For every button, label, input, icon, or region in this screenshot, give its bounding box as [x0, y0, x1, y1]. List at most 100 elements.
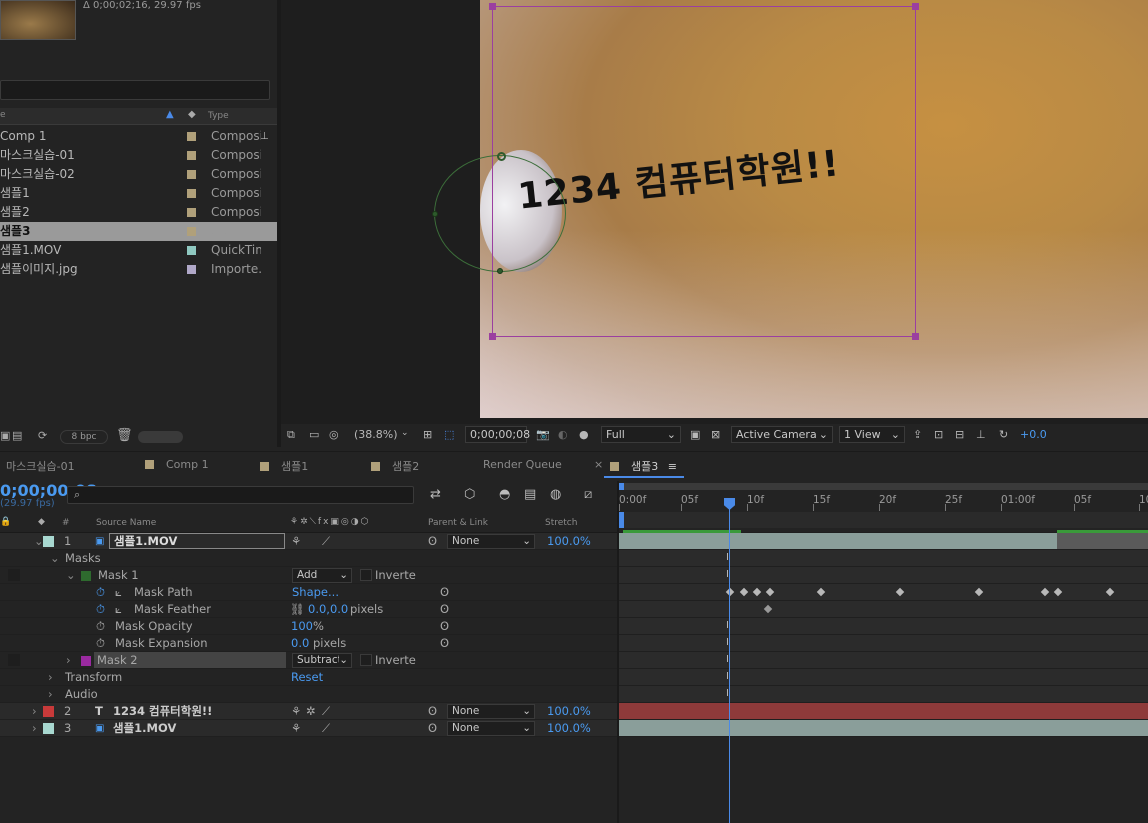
camera-dropdown[interactable]: Active Camera ⌄: [731, 426, 833, 443]
project-scrollbar[interactable]: [138, 431, 183, 443]
tab-render-queue[interactable]: Render Queue: [483, 458, 562, 471]
stopwatch-icon[interactable]: ⏱: [96, 584, 105, 601]
project-item[interactable]: Comp 1 Composi ⊥: [0, 127, 277, 146]
always-preview-icon[interactable]: ⧉: [287, 428, 295, 442]
expression-icon[interactable]: ʘ: [440, 618, 449, 635]
mask-mode-dropdown[interactable]: Subtract ⌄: [292, 653, 352, 668]
label-color-swatch[interactable]: [187, 132, 196, 141]
chevron-right-icon[interactable]: ›: [32, 703, 37, 720]
property-group-row[interactable]: ⌄ Masks: [0, 550, 617, 567]
reset-exposure-icon[interactable]: ↻: [999, 428, 1008, 441]
timeline-icon[interactable]: ⊟: [955, 428, 964, 441]
timeline-search-input[interactable]: ⌕: [67, 486, 414, 504]
label-color-swatch[interactable]: [187, 170, 196, 179]
time-ruler[interactable]: 0:00f 05f 10f 15f 20f 25f 01:00f 05f 10: [619, 490, 1148, 512]
visibility-switch[interactable]: [8, 654, 20, 666]
keyframe[interactable]: [1053, 587, 1063, 597]
label-tag-icon[interactable]: ◆: [38, 517, 45, 527]
label-color-swatch[interactable]: [187, 208, 196, 217]
chevron-right-icon[interactable]: ›: [32, 720, 37, 737]
type-column-header[interactable]: Type: [208, 111, 229, 121]
stretch-value[interactable]: 100.0%: [547, 703, 591, 720]
tab-mask-practice-01[interactable]: 마스크실습-01: [6, 458, 75, 474]
chevron-down-icon[interactable]: ⌄: [401, 428, 409, 438]
keyframe-track-mask-feather[interactable]: [619, 601, 1148, 618]
tab-sample-2[interactable]: 샘플2: [371, 458, 419, 474]
flowchart-icon[interactable]: ⊥: [976, 428, 986, 441]
inverted-checkbox[interactable]: [360, 654, 372, 666]
expression-icon[interactable]: ʘ: [440, 584, 449, 601]
expression-icon[interactable]: ʘ: [440, 635, 449, 652]
mask-vertex[interactable]: [912, 3, 919, 10]
quality-switch-icon[interactable]: ⟋: [322, 720, 330, 737]
stretch-value[interactable]: 100.0%: [547, 720, 591, 737]
graph-icon[interactable]: ⟀: [115, 601, 122, 618]
motion-blur-icon[interactable]: ◍: [550, 487, 561, 502]
viewer-timecode[interactable]: 0;00;00;08: [465, 426, 530, 443]
property-row[interactable]: ⏱ ⟀ Mask Path Shape... ʘ: [0, 584, 617, 601]
layer-track-bar[interactable]: [619, 703, 1148, 720]
close-icon[interactable]: ×: [594, 458, 603, 471]
zoom-dropdown[interactable]: (38.8%): [354, 428, 398, 441]
pick-whip-icon[interactable]: ʘ: [428, 703, 437, 720]
label-color-swatch[interactable]: [43, 706, 54, 717]
mask-row[interactable]: › Mask 2 Subtract ⌄ Inverte: [0, 652, 617, 669]
mask-name[interactable]: Mask 1: [98, 567, 139, 584]
label-color-swatch[interactable]: [187, 189, 196, 198]
exposure-value[interactable]: +0.0: [1020, 428, 1047, 441]
region-of-interest-icon[interactable]: ▣: [690, 428, 700, 441]
mask-vertex[interactable]: [489, 3, 496, 10]
pick-whip-icon[interactable]: ʘ: [428, 720, 437, 737]
mask-opacity-value[interactable]: 100: [291, 618, 313, 635]
flowchart-icon[interactable]: ⟳: [38, 429, 47, 442]
grid-icon[interactable]: ⊞: [423, 428, 432, 441]
resolution-dropdown[interactable]: Full ⌄: [601, 426, 681, 443]
shy-switch-icon[interactable]: ⚘: [291, 720, 301, 737]
keyframe[interactable]: [739, 587, 749, 597]
mask-color-swatch[interactable]: [81, 656, 91, 666]
shy-switch-icon[interactable]: ⚘: [291, 703, 301, 720]
quality-switch-icon[interactable]: ⟋: [322, 703, 330, 720]
inverted-checkbox[interactable]: [360, 569, 372, 581]
mask-vertex[interactable]: [497, 268, 503, 274]
mask-vertex[interactable]: [497, 152, 506, 161]
lock-icon[interactable]: 🔒: [0, 517, 11, 527]
source-name-header[interactable]: Source Name: [96, 518, 156, 528]
project-item[interactable]: 마스크실습-01 Composi: [0, 146, 277, 165]
stopwatch-icon[interactable]: ⏱: [96, 618, 105, 635]
vr-icon[interactable]: ◎: [329, 428, 339, 441]
stopwatch-icon[interactable]: ⏱: [96, 601, 105, 618]
work-area-start-handle[interactable]: [619, 512, 624, 528]
stretch-value[interactable]: 100.0%: [547, 533, 591, 550]
graph-icon[interactable]: ⟀: [115, 584, 122, 601]
project-item[interactable]: 샘플1.MOV QuickTim: [0, 241, 277, 260]
shy-icon[interactable]: ◓: [499, 487, 510, 502]
stopwatch-icon[interactable]: ⏱: [96, 635, 105, 652]
property-group-row[interactable]: › Audio: [0, 686, 617, 703]
navigator-start-handle[interactable]: [619, 483, 624, 490]
mask-row[interactable]: ⌄ Mask 1 Add ⌄ Inverte: [0, 567, 617, 584]
mask-color-swatch[interactable]: [81, 571, 91, 581]
composition-mini-flowchart-icon[interactable]: ⇄: [430, 487, 441, 502]
quality-switch-icon[interactable]: ⟋: [322, 533, 330, 550]
mask-visibility-icon[interactable]: ⬚: [444, 428, 454, 441]
new-folder-icon[interactable]: ▤: [12, 429, 22, 442]
transparency-grid-icon[interactable]: ⊠: [711, 428, 720, 441]
layer-row[interactable]: › 3 ▣ 샘플1.MOV ⚘ ⟋ ʘ None ⌄ 100.0%: [0, 720, 617, 737]
keyframe[interactable]: [752, 587, 762, 597]
layer-track-bar[interactable]: [619, 720, 1148, 737]
time-navigator[interactable]: [619, 483, 1148, 490]
layer-track-bar[interactable]: [619, 533, 1148, 550]
layer-row[interactable]: ⌄ 1 ▣ 샘플1.MOV ⚘ ⟋ ʘ None ⌄ 100.0%: [0, 533, 617, 550]
layer-row[interactable]: › 2 T 1234 컴퓨터학원!! ⚘ ✲ ⟋ ʘ None ⌄ 100.0%: [0, 703, 617, 720]
show-snapshot-icon[interactable]: ◐: [558, 428, 568, 441]
keyframe[interactable]: [895, 587, 905, 597]
mask-expansion-value[interactable]: 0.0: [291, 635, 309, 652]
label-color-swatch[interactable]: [187, 265, 196, 274]
layer-name[interactable]: 샘플1.MOV: [109, 533, 285, 549]
label-color-swatch[interactable]: [187, 246, 196, 255]
mask-vertex[interactable]: [432, 211, 438, 217]
keyframe[interactable]: [1040, 587, 1050, 597]
project-item[interactable]: 샘플3 Composi: [0, 222, 277, 241]
mask-path-value[interactable]: Shape...: [292, 584, 339, 601]
